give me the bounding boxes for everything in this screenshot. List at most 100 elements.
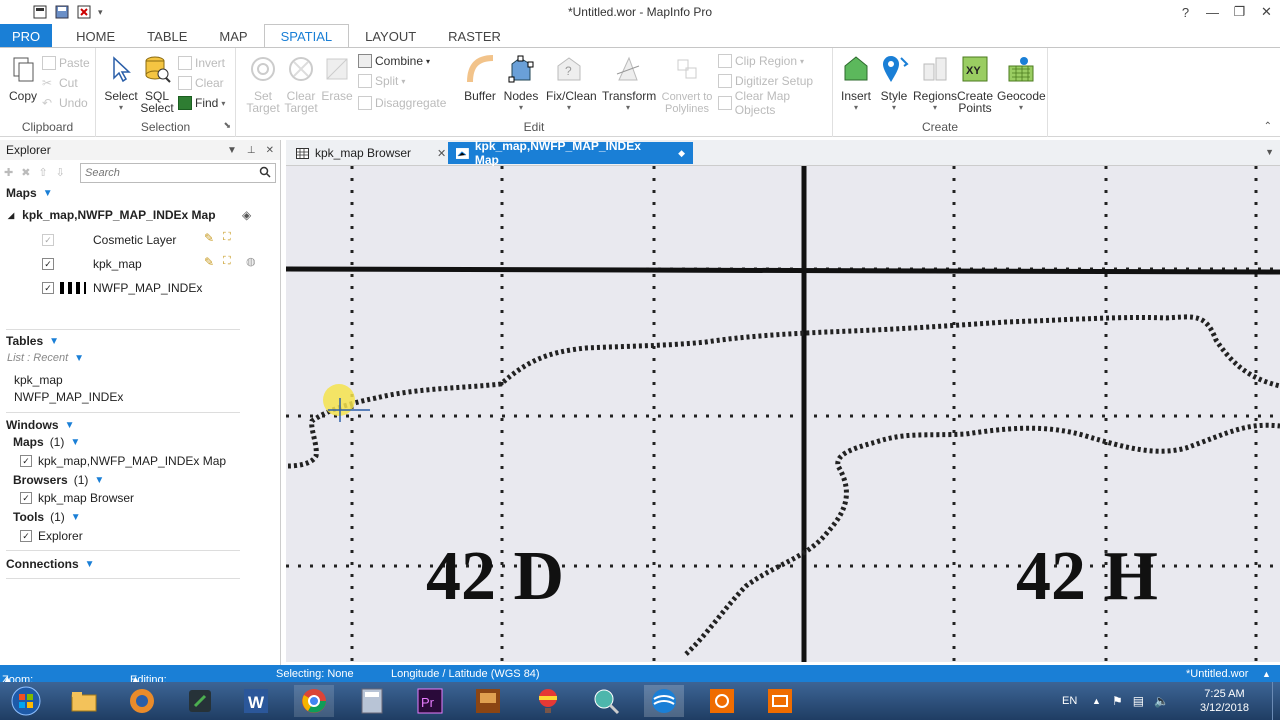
minimize-icon[interactable]: — xyxy=(1199,0,1226,24)
regions-button[interactable]: Regions ▾ xyxy=(913,54,957,114)
tab-table[interactable]: TABLE xyxy=(131,24,203,48)
map-window[interactable]: 42 D 42 H xyxy=(286,166,1280,662)
explorer-menu-icon[interactable]: ▼ xyxy=(227,145,237,156)
window-item-tool[interactable]: ✓ Explorer xyxy=(20,529,83,543)
table-item[interactable]: kpk_map xyxy=(14,373,63,387)
projection-status[interactable]: Longitude / Latitude (WGS 84) xyxy=(391,668,540,680)
connections-collapse-icon[interactable]: ▼ xyxy=(85,559,95,570)
taskbar-mapinfo-pro[interactable] xyxy=(644,685,684,717)
windows-section-header[interactable]: Windows ▼ xyxy=(6,418,74,432)
list-mode-dropdown-icon[interactable]: ▼ xyxy=(74,353,84,364)
close-all-icon[interactable] xyxy=(76,4,92,20)
clear-map-objects-button[interactable]: Clear Map Objects xyxy=(718,89,832,117)
windows-maps-group[interactable]: Maps (1) ▼ xyxy=(13,435,80,449)
buffer-button[interactable]: Buffer xyxy=(457,54,503,102)
window-browser-checkbox[interactable]: ✓ xyxy=(20,492,32,504)
paste-button[interactable]: Paste xyxy=(42,54,90,72)
windows-browsers-group[interactable]: Browsers (1) ▼ xyxy=(13,473,104,487)
taskbar-calculator[interactable] xyxy=(352,685,392,717)
windows-tools-group[interactable]: Tools (1) ▼ xyxy=(13,510,81,524)
move-up-icon[interactable]: ⇧ xyxy=(38,166,47,179)
erase-button[interactable]: Erase xyxy=(314,54,360,102)
geocode-button[interactable]: Geocode ▾ xyxy=(997,54,1046,114)
disaggregate-button[interactable]: Disaggregate xyxy=(358,94,446,112)
tab-pro[interactable]: PRO xyxy=(0,24,53,48)
cosmetic-edit-icon[interactable]: ✎ xyxy=(204,231,214,245)
find-button[interactable]: Find ▾ xyxy=(178,94,225,112)
move-down-icon[interactable]: ⇩ xyxy=(56,166,65,179)
maps-collapse-icon[interactable]: ▼ xyxy=(43,188,53,199)
map-layer-control-icon[interactable]: ◈ xyxy=(242,208,251,222)
windows-browsers-collapse-icon[interactable]: ▼ xyxy=(94,475,104,486)
cut-button[interactable]: ✂ Cut xyxy=(42,74,78,92)
status-resize-grip-icon[interactable]: ▲ xyxy=(1262,669,1271,679)
help-icon[interactable]: ? xyxy=(1172,0,1199,24)
map-expand-icon[interactable]: ◢ xyxy=(8,211,14,220)
digitizer-setup-button[interactable]: Digitizer Setup xyxy=(718,72,813,90)
tray-flag-icon[interactable]: ⚑ xyxy=(1112,694,1123,708)
connections-section-header[interactable]: Connections ▼ xyxy=(6,557,95,571)
kpk-map-checkbox[interactable]: ✓ xyxy=(42,258,54,270)
style-button[interactable]: Style ▾ xyxy=(871,54,917,114)
fix-clean-button[interactable]: ? Fix/Clean ▾ xyxy=(546,54,597,114)
nwfp-index-checkbox[interactable]: ✓ xyxy=(42,282,54,294)
taskbar-mapinfo-search[interactable] xyxy=(586,685,626,717)
start-button[interactable] xyxy=(4,685,48,717)
map-tab-pin-icon[interactable]: ◆ xyxy=(678,148,685,159)
taskbar-screen-recorder-1[interactable] xyxy=(702,685,742,717)
close-icon[interactable]: ✕ xyxy=(1253,0,1280,24)
search-input[interactable] xyxy=(85,167,255,179)
copy-button[interactable]: Copy xyxy=(0,54,46,102)
search-icon[interactable] xyxy=(259,166,275,181)
cosmetic-select-icon[interactable]: ⛶ xyxy=(223,231,231,244)
explorer-search[interactable] xyxy=(80,163,276,183)
window-map-checkbox[interactable]: ✓ xyxy=(20,455,32,467)
transform-button[interactable]: Transform ▾ xyxy=(602,54,656,114)
sql-select-button[interactable]: SQL Select xyxy=(134,54,180,114)
create-points-button[interactable]: XY Create Points xyxy=(955,54,995,114)
tab-layout[interactable]: LAYOUT xyxy=(349,24,432,48)
combine-button[interactable]: Combine ▾ xyxy=(358,52,430,70)
selecting-status[interactable]: Selecting: None xyxy=(276,668,354,680)
nodes-button[interactable]: Nodes ▾ xyxy=(498,54,544,114)
tables-list-mode[interactable]: List : Recent ▼ xyxy=(7,352,84,364)
window-item-map[interactable]: ✓ kpk_map,NWFP_MAP_INDEx Map xyxy=(20,454,226,468)
taskbar-screen-recorder-2[interactable] xyxy=(760,685,800,717)
selection-launcher-icon[interactable]: ⬊ xyxy=(223,120,231,131)
tab-raster[interactable]: RASTER xyxy=(432,24,517,48)
map-tree-node[interactable]: ◢ kpk_map,NWFP_MAP_INDEx Map xyxy=(8,208,216,222)
table-item[interactable]: NWFP_MAP_INDEx xyxy=(14,390,123,404)
split-button[interactable]: Split ▾ xyxy=(358,72,405,90)
collapse-ribbon-icon[interactable]: ⌃ xyxy=(1264,121,1272,132)
restore-icon[interactable]: ❐ xyxy=(1226,0,1253,24)
window-tool-checkbox[interactable]: ✓ xyxy=(20,530,32,542)
tab-spatial[interactable]: SPATIAL xyxy=(263,24,350,48)
taskbar-chrome[interactable] xyxy=(294,685,334,717)
tab-list-dropdown-icon[interactable]: ▼ xyxy=(1265,147,1274,157)
tab-map-window[interactable]: kpk_map,NWFP_MAP_INDEx Map ◆ xyxy=(448,139,693,167)
explorer-close-icon[interactable]: ✕ xyxy=(266,145,274,156)
taskbar-explorer[interactable] xyxy=(64,685,104,717)
tables-section-header[interactable]: Tables ▼ xyxy=(6,334,59,348)
add-icon[interactable]: ✚ xyxy=(4,166,13,179)
kpk-map-label-icon[interactable]: ◍ xyxy=(246,255,256,268)
invert-button[interactable]: Invert xyxy=(178,54,225,72)
taskbar-app[interactable] xyxy=(180,685,220,717)
taskbar-media-player[interactable] xyxy=(122,685,162,717)
taskbar-premiere[interactable]: Pr xyxy=(410,685,450,717)
tab-map[interactable]: MAP xyxy=(203,24,263,48)
kpk-map-select-icon[interactable]: ⛶ xyxy=(223,255,231,268)
windows-tools-collapse-icon[interactable]: ▼ xyxy=(71,512,81,523)
layer-kpk-map[interactable]: ✓ kpk_map xyxy=(42,257,142,271)
taskbar-inpage[interactable] xyxy=(468,685,508,717)
windows-maps-collapse-icon[interactable]: ▼ xyxy=(70,437,80,448)
kpk-map-edit-icon[interactable]: ✎ xyxy=(204,255,214,269)
layer-cosmetic[interactable]: ✓ Cosmetic Layer xyxy=(42,233,176,247)
clock[interactable]: 7:25 AM 3/12/2018 xyxy=(1200,682,1249,720)
taskbar-balloon-app[interactable] xyxy=(528,685,568,717)
tab-kpk-map-browser[interactable]: kpk_map Browser ✕ xyxy=(288,142,454,164)
pin-icon[interactable]: ⊥ xyxy=(247,145,256,156)
maps-section-header[interactable]: Maps ▼ xyxy=(6,186,53,200)
undo-button[interactable]: ↶ Undo xyxy=(42,94,88,112)
browser-tab-close-icon[interactable]: ✕ xyxy=(437,147,446,160)
